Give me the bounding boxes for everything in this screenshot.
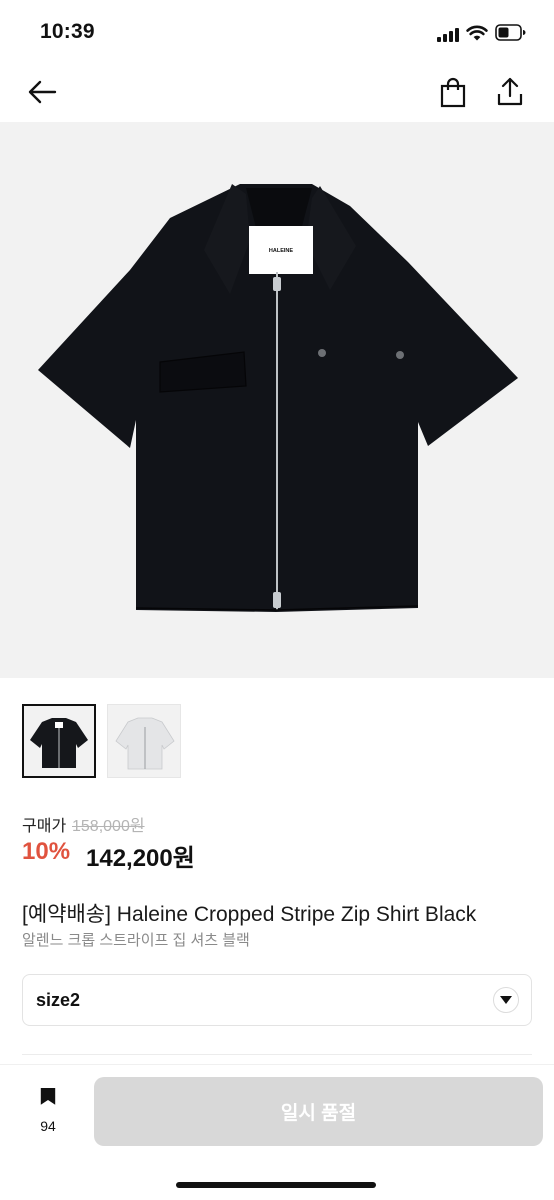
size-select-value: size2 bbox=[36, 990, 81, 1010]
white-shirt-thumbnail-image bbox=[115, 717, 175, 770]
bookmark-icon[interactable] bbox=[30, 1088, 66, 1118]
original-price: 158,000원 bbox=[72, 818, 145, 835]
status-time: 10:39 bbox=[40, 20, 95, 43]
brand-label: HALEINE bbox=[269, 248, 293, 254]
shopping-bag-icon[interactable] bbox=[437, 76, 469, 108]
sale-price: 142,200원 bbox=[86, 845, 195, 872]
bookmark-count: 94 bbox=[40, 1118, 56, 1134]
status-bar: 10:39 bbox=[0, 0, 554, 66]
bottom-bar-divider bbox=[0, 1064, 554, 1065]
product-main-image[interactable]: HALEINE bbox=[0, 122, 554, 678]
product-subtitle: 알렌느 크롭 스트라이프 집 셔츠 블랙 bbox=[22, 932, 250, 949]
battery-icon bbox=[495, 24, 526, 41]
black-zip-shirt-image: HALEINE bbox=[38, 184, 518, 612]
thumbnail-black-shirt[interactable] bbox=[22, 704, 96, 778]
discount-rate: 10% bbox=[22, 838, 71, 865]
size-select[interactable]: size2 bbox=[22, 974, 532, 1026]
price-label: 구매가 bbox=[22, 818, 67, 835]
sold-out-button[interactable]: 일시 품절 bbox=[94, 1077, 543, 1146]
divider bbox=[22, 1054, 532, 1055]
home-indicator bbox=[176, 1182, 376, 1188]
wifi-icon bbox=[466, 25, 488, 41]
back-arrow-icon[interactable] bbox=[26, 76, 58, 108]
share-icon[interactable] bbox=[494, 76, 526, 108]
top-nav bbox=[0, 66, 554, 122]
cellular-signal-icon bbox=[437, 26, 461, 42]
product-title: [예약배송] Haleine Cropped Stripe Zip Shirt … bbox=[22, 903, 477, 926]
thumbnail-white-shirt[interactable] bbox=[107, 704, 181, 778]
black-shirt-thumbnail-image bbox=[30, 718, 88, 768]
chevron-down-icon[interactable] bbox=[493, 987, 519, 1013]
